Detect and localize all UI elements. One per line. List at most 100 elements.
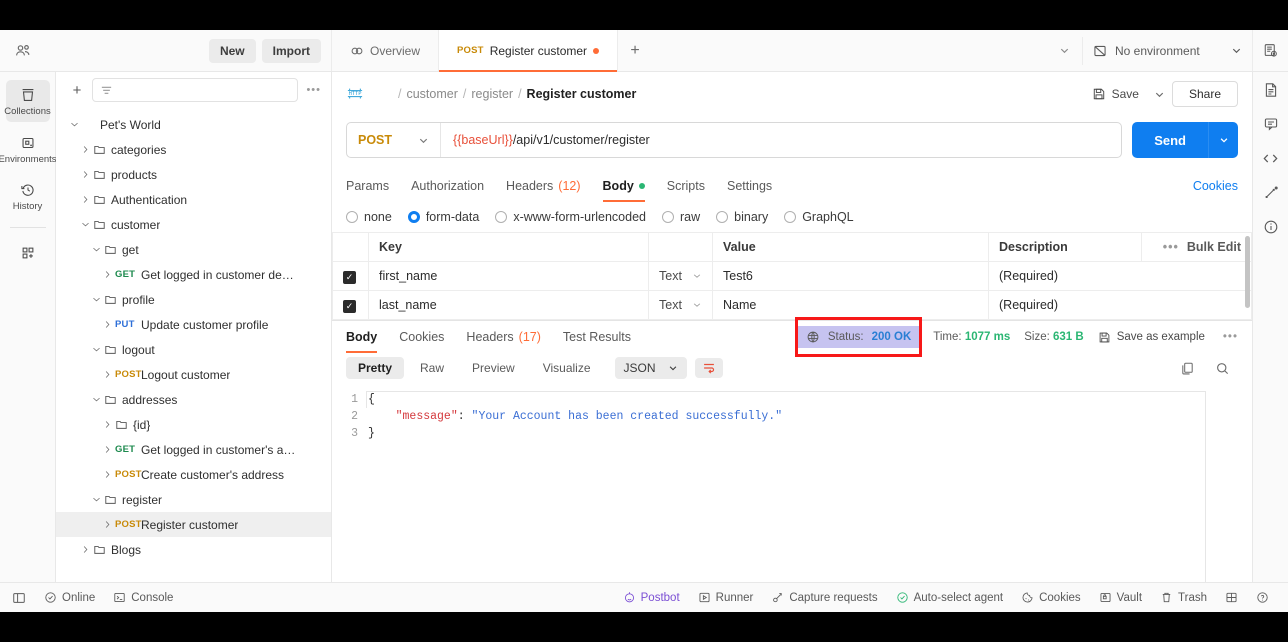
- body-type-binary[interactable]: binary: [716, 210, 768, 224]
- chevron-right-icon[interactable]: [99, 519, 115, 530]
- url-input[interactable]: {{baseUrl}}/api/v1/customer/register: [441, 133, 1121, 147]
- chevron-right-icon[interactable]: [99, 419, 115, 430]
- table-more-options-icon[interactable]: •••: [1163, 240, 1179, 254]
- tab-overview[interactable]: Overview: [332, 30, 440, 71]
- copy-icon[interactable]: [1172, 361, 1203, 376]
- info-circle-icon[interactable]: [1263, 219, 1279, 235]
- response-tab-test-results[interactable]: Test Results: [552, 321, 642, 353]
- tree-folder-item[interactable]: get: [56, 237, 331, 262]
- console-button[interactable]: Console: [104, 591, 182, 604]
- tree-request-item[interactable]: POST Register customer: [56, 512, 331, 537]
- save-options-chevron-down-icon[interactable]: [1147, 89, 1172, 100]
- chevron-down-icon[interactable]: [77, 219, 93, 230]
- body-type-none[interactable]: none: [346, 210, 392, 224]
- response-tab-cookies[interactable]: Cookies: [388, 321, 455, 353]
- rail-item-collections[interactable]: Collections: [4, 80, 51, 122]
- add-collection-button[interactable]: +: [70, 82, 84, 99]
- wrap-lines-icon[interactable]: [694, 358, 723, 378]
- row-type-cell[interactable]: Text: [648, 290, 713, 320]
- row-checkbox[interactable]: ✓: [343, 299, 356, 313]
- radio-circle-icon[interactable]: [716, 211, 729, 223]
- rail-item-history[interactable]: History: [6, 175, 50, 217]
- view-mode-raw[interactable]: Raw: [408, 357, 456, 379]
- tree-request-item[interactable]: POST Create customer's address: [56, 462, 331, 487]
- sidebar-toggle-icon[interactable]: [10, 591, 35, 605]
- chevron-right-icon[interactable]: [77, 194, 93, 205]
- view-mode-preview[interactable]: Preview: [460, 357, 527, 379]
- tree-folder-item[interactable]: products: [56, 162, 331, 187]
- body-type-x-www-form-urlencoded[interactable]: x-www-form-urlencoded: [495, 210, 646, 224]
- send-button[interactable]: Send: [1132, 122, 1208, 158]
- tree-request-item[interactable]: GET Get logged in customer de…: [56, 262, 331, 287]
- trash-button[interactable]: Trash: [1151, 591, 1216, 604]
- tree-collection-item[interactable]: Pet's World: [56, 112, 331, 137]
- row-value-cell[interactable]: Test6: [712, 261, 989, 291]
- table-scrollbar[interactable]: [1245, 236, 1250, 308]
- tree-folder-item[interactable]: profile: [56, 287, 331, 312]
- breadcrumb-item-register[interactable]: register: [471, 87, 513, 101]
- radio-circle-icon[interactable]: [784, 211, 797, 223]
- request-tab-body[interactable]: Body: [592, 170, 656, 202]
- tree-request-item[interactable]: GET Get logged in customer's a…: [56, 437, 331, 462]
- send-options-chevron-down-icon[interactable]: [1208, 122, 1238, 158]
- method-selector[interactable]: POST: [347, 123, 442, 157]
- row-key-cell[interactable]: first_name: [368, 261, 649, 291]
- tree-folder-item[interactable]: customer: [56, 212, 331, 237]
- sidebar-more-button[interactable]: •••: [306, 84, 321, 96]
- chevron-down-icon[interactable]: [88, 244, 104, 255]
- share-button[interactable]: Share: [1171, 81, 1238, 107]
- chevron-down-icon[interactable]: [88, 394, 104, 405]
- request-tab-scripts[interactable]: Scripts: [656, 170, 716, 202]
- request-tab-headers[interactable]: Headers (12): [495, 170, 591, 202]
- env-quick-look-icon[interactable]: [1252, 30, 1288, 71]
- cookies-button[interactable]: Cookies: [1012, 591, 1090, 604]
- chevron-down-icon[interactable]: [88, 344, 104, 355]
- online-status[interactable]: Online: [35, 591, 104, 604]
- auto-select-agent-button[interactable]: Auto-select agent: [887, 591, 1013, 604]
- chevron-right-icon[interactable]: [77, 544, 93, 555]
- environment-selector[interactable]: No environment: [1082, 36, 1252, 65]
- sidebar-filter-input[interactable]: [92, 78, 299, 102]
- chevron-right-icon[interactable]: [99, 469, 115, 480]
- run-in-postman-icon[interactable]: [1263, 185, 1279, 201]
- layout-icon[interactable]: [1216, 591, 1247, 604]
- response-format-selector[interactable]: JSON: [614, 357, 687, 379]
- capture-requests-button[interactable]: Capture requests: [762, 591, 886, 604]
- search-icon[interactable]: [1207, 361, 1238, 376]
- radio-circle-icon[interactable]: [662, 211, 674, 223]
- tree-folder-item[interactable]: Blogs: [56, 537, 331, 562]
- response-code-viewer[interactable]: 1 2 3 { "message": "Your Account has been …: [332, 387, 1252, 582]
- rail-item-apps[interactable]: [6, 238, 50, 267]
- chevron-down-icon[interactable]: [66, 119, 82, 130]
- chevron-down-icon[interactable]: [88, 494, 104, 505]
- help-icon[interactable]: [1247, 591, 1278, 604]
- chevron-down-icon[interactable]: [88, 294, 104, 305]
- runner-button[interactable]: Runner: [689, 591, 763, 604]
- rail-item-environments[interactable]: Environments: [0, 128, 57, 170]
- comments-icon[interactable]: [1263, 116, 1279, 132]
- tree-request-item[interactable]: PUT Update customer profile: [56, 312, 331, 337]
- row-type-chevron-down-icon[interactable]: [692, 300, 702, 310]
- chevron-right-icon[interactable]: [99, 369, 115, 380]
- new-button[interactable]: New: [208, 38, 256, 63]
- tree-folder-item[interactable]: addresses: [56, 387, 331, 412]
- row-description-cell[interactable]: (Required): [988, 261, 1252, 291]
- request-tab-authorization[interactable]: Authorization: [400, 170, 495, 202]
- request-tab-settings[interactable]: Settings: [716, 170, 783, 202]
- code-snippet-icon[interactable]: [1262, 150, 1279, 167]
- chevron-right-icon[interactable]: [99, 319, 115, 330]
- save-as-example-button[interactable]: Save as example: [1098, 331, 1205, 344]
- chevron-right-icon[interactable]: [77, 169, 93, 180]
- documentation-icon[interactable]: [1263, 82, 1279, 98]
- request-cookies-link[interactable]: Cookies: [1193, 179, 1238, 193]
- tree-folder-item[interactable]: Authentication: [56, 187, 331, 212]
- chevron-right-icon[interactable]: [99, 444, 115, 455]
- chevron-right-icon[interactable]: [77, 144, 93, 155]
- view-mode-visualize[interactable]: Visualize: [531, 357, 603, 379]
- tab-register-customer[interactable]: POST Register customer: [439, 30, 619, 72]
- table-row[interactable]: ✓ last_name Text Name (Required): [332, 290, 1252, 320]
- radio-circle-icon[interactable]: [407, 211, 420, 223]
- users-icon[interactable]: [10, 38, 36, 64]
- response-tab-body[interactable]: Body: [346, 321, 388, 353]
- vault-button[interactable]: Vault: [1090, 591, 1151, 604]
